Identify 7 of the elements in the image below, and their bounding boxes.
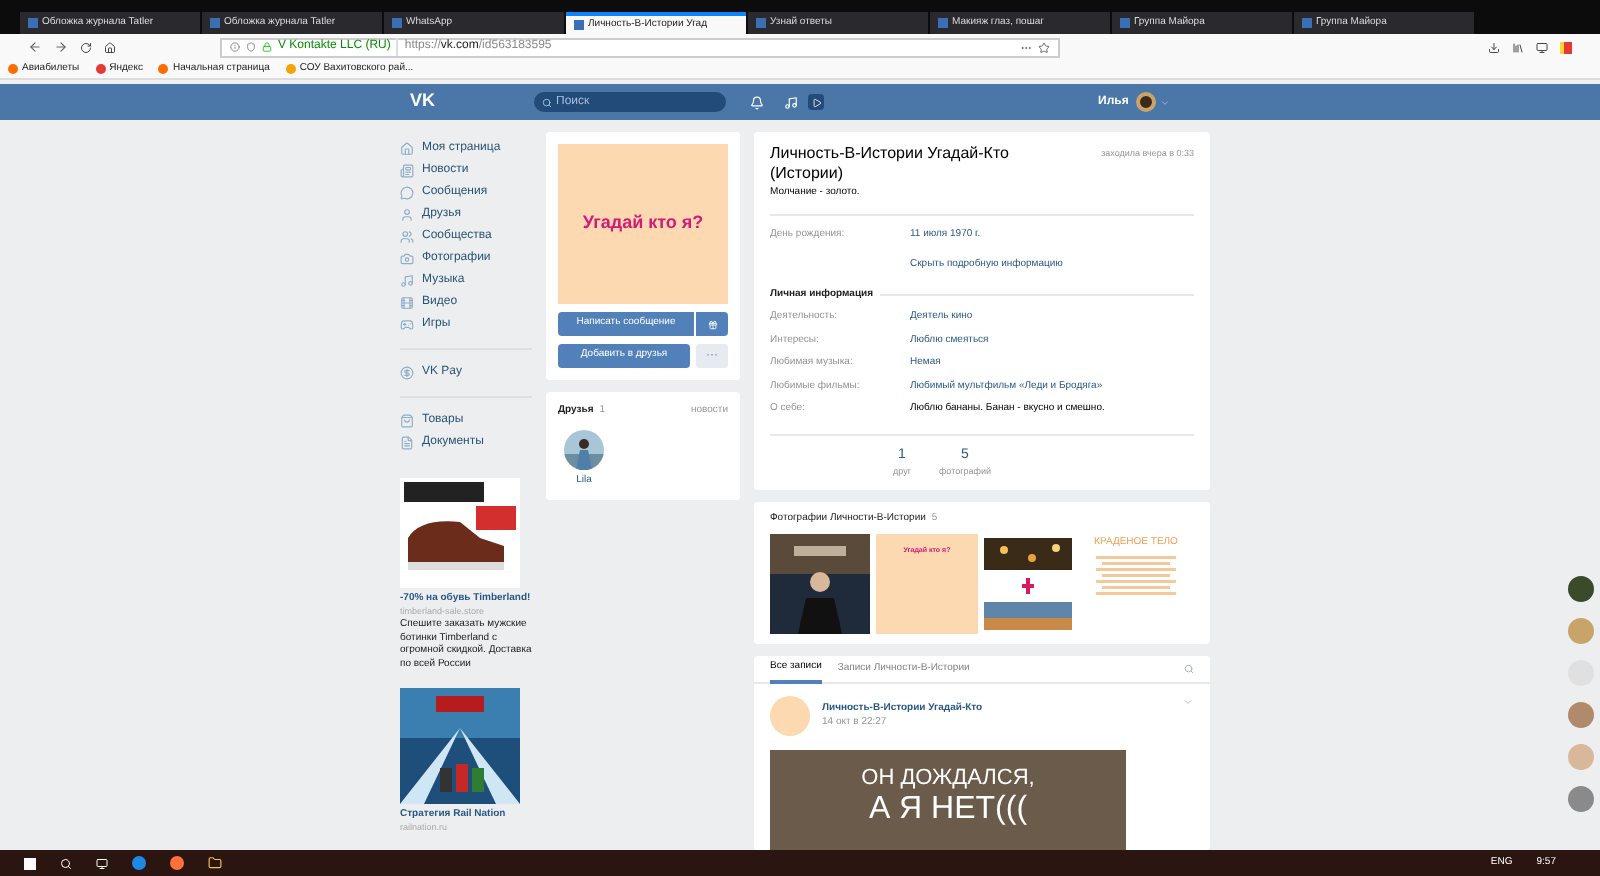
profile-photo[interactable]: Угадай кто я? bbox=[558, 144, 728, 304]
post-image[interactable]: ОН ДОЖДАЛСЯ, А Я НЕТ((( bbox=[770, 750, 1126, 850]
post-image-text: ОН ДОЖДАЛСЯ, bbox=[861, 766, 1035, 793]
profile-name: Личность-В-Истории Угадай-Кто (Истории) bbox=[770, 144, 1011, 184]
vk-logo[interactable]: VK bbox=[410, 88, 534, 116]
post-image-text: А Я НЕТ((( bbox=[868, 792, 1028, 829]
photo-caption: Угадай кто я? bbox=[582, 210, 704, 237]
